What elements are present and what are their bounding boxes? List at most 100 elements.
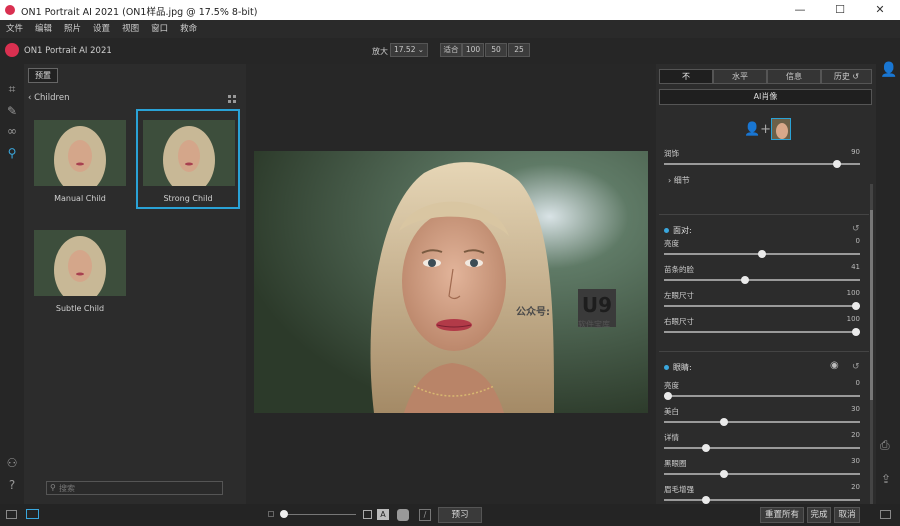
- adjust-slider[interactable]: [664, 328, 860, 336]
- adjust-slider[interactable]: [664, 250, 860, 258]
- done-button[interactable]: 完成: [807, 507, 831, 523]
- tab-history-label: 历史: [833, 72, 850, 81]
- print-icon[interactable]: ⎙: [880, 438, 890, 453]
- scrollbar-thumb[interactable]: [870, 210, 873, 400]
- slider-knob[interactable]: [664, 392, 672, 400]
- breadcrumb[interactable]: ‹ Children: [28, 93, 69, 103]
- slider-knob[interactable]: [741, 276, 749, 284]
- portrait-photo[interactable]: [254, 151, 648, 413]
- section-enabled-dot[interactable]: [664, 365, 669, 370]
- eye-icon[interactable]: ◉: [830, 360, 839, 371]
- slider-value: 0: [855, 237, 860, 245]
- slider-value: 90: [851, 148, 860, 156]
- slider-label: 苗条的脸: [664, 265, 694, 274]
- slider-knob[interactable]: [720, 470, 728, 478]
- crop-icon[interactable]: ⌗: [5, 82, 19, 96]
- tab-history[interactable]: 历史 ↺: [821, 69, 872, 84]
- mask-view-icon[interactable]: [363, 510, 372, 519]
- menu-help[interactable]: 救命: [174, 20, 203, 38]
- menu-window[interactable]: 窗口: [145, 20, 174, 38]
- search-input[interactable]: [47, 482, 197, 494]
- grid-view-icon[interactable]: [228, 95, 236, 103]
- slider-knob[interactable]: [720, 418, 728, 426]
- slider-knob[interactable]: [852, 302, 860, 310]
- adjust-slider[interactable]: [664, 470, 860, 478]
- tab-info[interactable]: 信息: [767, 69, 821, 84]
- help-icon[interactable]: ?: [5, 478, 19, 492]
- slider-value: 30: [851, 405, 860, 413]
- menu-settings[interactable]: 设置: [87, 20, 116, 38]
- slider-knob[interactable]: [702, 444, 710, 452]
- menu-view[interactable]: 视图: [116, 20, 145, 38]
- slider-label: 亮度: [664, 381, 679, 390]
- slider-knob[interactable]: [852, 328, 860, 336]
- user-icon[interactable]: 👤: [880, 62, 897, 78]
- panel-toggle-right-icon[interactable]: [880, 510, 891, 519]
- overlay-a-icon[interactable]: A: [377, 509, 389, 520]
- detail-expander[interactable]: › 细节: [668, 175, 690, 186]
- slider-value: 20: [851, 431, 860, 439]
- reset-icon[interactable]: ↺: [852, 224, 860, 234]
- preset-image: [143, 120, 235, 186]
- maximize-button[interactable]: ☐: [820, 2, 860, 18]
- tab-none[interactable]: 不: [659, 69, 713, 84]
- retouch-icon[interactable]: ∞: [5, 124, 19, 138]
- right-toolbar: 👤 ⎙ ⇪: [876, 62, 900, 504]
- adjustment-panel: 不 水平 信息 历史 ↺ AI肖像 👤+ 润饰 90 › 细节 面对: ↺ 亮度…: [656, 64, 876, 504]
- slider-knob[interactable]: [833, 160, 841, 168]
- zoom-out-icon[interactable]: [268, 511, 274, 517]
- section-enabled-dot[interactable]: [664, 228, 669, 233]
- close-button[interactable]: ✕: [860, 2, 900, 18]
- slider-label: 眉毛增强: [664, 485, 694, 494]
- slider-label: 黑眼圈: [664, 459, 687, 468]
- add-face-icon[interactable]: 👤+: [744, 122, 771, 137]
- adjust-slider[interactable]: [664, 276, 860, 284]
- brush-icon[interactable]: ✎: [5, 104, 19, 118]
- menu-photo[interactable]: 照片: [58, 20, 87, 38]
- brush-size-knob[interactable]: [280, 510, 288, 518]
- reset-all-button[interactable]: 重置所有: [760, 507, 804, 523]
- smooth-slider[interactable]: [664, 160, 860, 168]
- chevron-down-icon: ⌄: [417, 45, 424, 54]
- preset-thumbnail[interactable]: Subtle Child: [30, 220, 134, 320]
- face-search-icon[interactable]: ⚲: [5, 146, 19, 160]
- brush-size-slider[interactable]: [286, 514, 356, 515]
- minimize-button[interactable]: —: [780, 2, 820, 18]
- detail-label: 细节: [673, 176, 690, 185]
- tab-level[interactable]: 水平: [713, 69, 767, 84]
- mask-circle-icon[interactable]: [397, 509, 409, 521]
- share-icon[interactable]: ⇪: [881, 472, 891, 486]
- compare-icon[interactable]: [26, 509, 39, 519]
- preset-thumbnail-selected[interactable]: Strong Child: [136, 109, 240, 209]
- adjust-slider[interactable]: [664, 496, 860, 504]
- brush-mode-icon[interactable]: ∕: [419, 509, 431, 521]
- watermark-text: 公众号:: [516, 307, 550, 318]
- adjust-slider[interactable]: [664, 418, 860, 426]
- adjust-slider[interactable]: [664, 444, 860, 452]
- preset-search[interactable]: ⚲: [46, 481, 223, 495]
- zoom-25-button[interactable]: 25: [508, 43, 530, 57]
- reset-icon[interactable]: ↺: [852, 362, 860, 372]
- app-header: ON1 Portrait AI 2021 放大 17.52 ⌄ 适合 100 50…: [0, 38, 900, 64]
- cancel-button[interactable]: 取消: [834, 507, 860, 523]
- slider-label: 美白: [664, 407, 679, 416]
- preview-button[interactable]: 预习: [438, 507, 482, 523]
- zoom-100-button[interactable]: 100: [462, 43, 484, 57]
- zoom-fit-button[interactable]: 适合: [440, 43, 462, 57]
- face-section-header: 面对:: [664, 225, 692, 236]
- preset-thumbnail[interactable]: Manual Child: [30, 110, 134, 210]
- adjust-slider[interactable]: [664, 302, 860, 310]
- adjust-slider[interactable]: [664, 392, 860, 400]
- panel-toggle-icon[interactable]: [6, 510, 17, 519]
- slider-knob[interactable]: [758, 250, 766, 258]
- tab-presets[interactable]: 预置: [28, 68, 58, 83]
- ai-portrait-button[interactable]: AI肖像: [659, 89, 872, 105]
- zoom-50-button[interactable]: 50: [485, 43, 507, 57]
- preset-label: Subtle Child: [55, 304, 105, 313]
- menu-edit[interactable]: 编辑: [29, 20, 58, 38]
- menu-file[interactable]: 文件: [0, 20, 29, 38]
- slider-knob[interactable]: [702, 496, 710, 504]
- detected-face-thumbnail[interactable]: [771, 118, 791, 140]
- zoom-select[interactable]: 17.52 ⌄: [390, 43, 428, 57]
- people-icon[interactable]: ⚇: [5, 456, 19, 470]
